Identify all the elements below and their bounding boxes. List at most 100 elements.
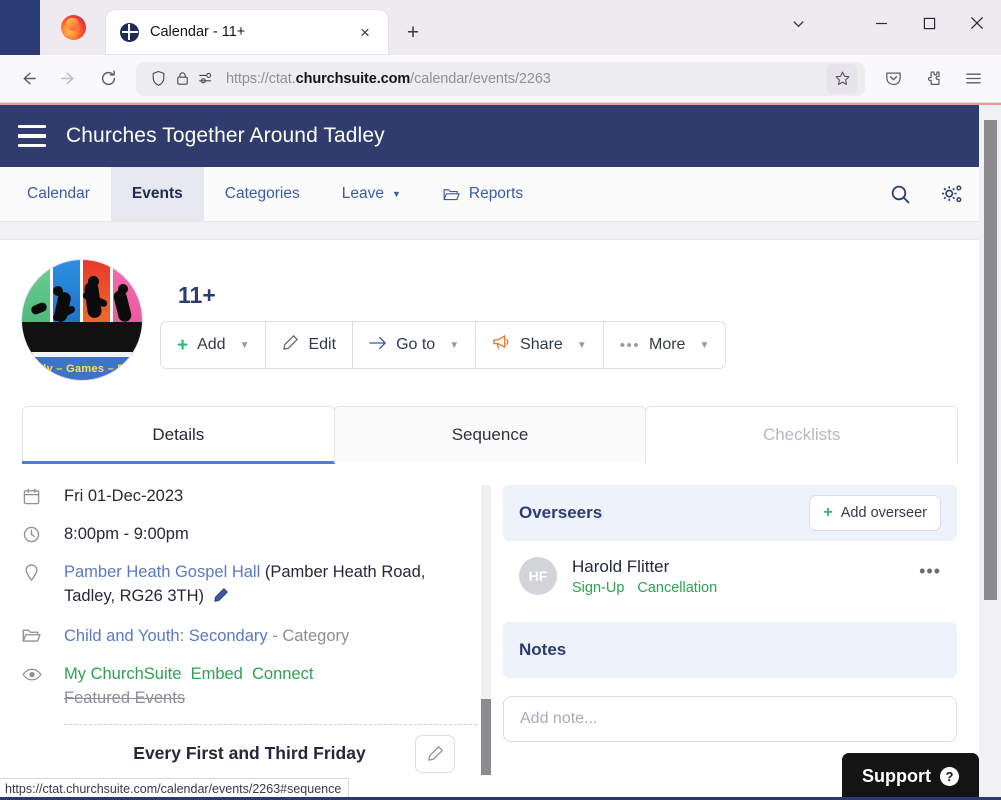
close-icon[interactable]: ×: [352, 19, 378, 45]
chevron-down-icon: ▼: [391, 189, 401, 199]
event-tabs: Details Sequence Checklists: [22, 406, 959, 464]
event-details-pane: Fri 01-Dec-2023 8:00pm - 9:00pm Pamber H…: [22, 485, 491, 775]
nav-label: Events: [131, 185, 183, 202]
plus-icon: +: [823, 504, 833, 521]
extensions-icon[interactable]: [916, 62, 950, 96]
share-button[interactable]: Share ▼: [476, 322, 604, 368]
nav-item-leave[interactable]: Leave ▼: [321, 167, 422, 221]
pocket-icon[interactable]: [876, 62, 910, 96]
page-viewport: Churches Together Around Tadley Calendar…: [0, 105, 1001, 800]
detail-row-date: Fri 01-Dec-2023: [22, 485, 477, 509]
forward-icon[interactable]: [51, 62, 85, 96]
edit-sequence-button[interactable]: [415, 734, 455, 773]
add-label: Add: [197, 336, 226, 353]
url-domain: churchsuite.com: [295, 70, 411, 87]
category-link[interactable]: Child and Youth: Secondary: [64, 627, 268, 645]
add-note-input[interactable]: [503, 696, 957, 742]
tab-details[interactable]: Details: [22, 406, 335, 464]
back-icon[interactable]: [11, 62, 45, 96]
tab-checklists[interactable]: Checklists: [645, 406, 959, 463]
tab-label: Details: [152, 425, 205, 444]
settings-gears-icon[interactable]: [926, 167, 979, 221]
hamburger-icon[interactable]: [18, 125, 46, 147]
lock-icon[interactable]: [170, 67, 194, 91]
nav-item-calendar[interactable]: Calendar: [6, 167, 111, 221]
more-button[interactable]: ••• More ▼: [603, 322, 726, 368]
close-window-button[interactable]: [953, 0, 1001, 46]
pencil-icon: [282, 334, 299, 356]
churchsuite-favicon-icon: [120, 22, 139, 42]
add-button[interactable]: + Add ▼: [161, 322, 267, 368]
notes-card-header: Notes: [503, 622, 957, 678]
overseer-menu-ellipsis-icon[interactable]: •••: [919, 557, 941, 582]
folder-open-icon: [22, 625, 64, 644]
tab-sequence[interactable]: Sequence: [333, 406, 647, 463]
overseers-card-header: Overseers + Add overseer: [503, 485, 957, 541]
app-menu-icon[interactable]: [956, 62, 990, 96]
nav-item-reports[interactable]: Reports: [422, 167, 544, 221]
url-text[interactable]: https://ctat.churchsuite.com/calendar/ev…: [226, 71, 827, 87]
edit-button[interactable]: Edit: [266, 322, 354, 368]
shield-icon[interactable]: [146, 67, 170, 91]
window-left-edge: [0, 0, 40, 55]
site-permissions-icon[interactable]: [194, 67, 218, 91]
event-page: dy – Games – F 11+ + Add ▼ Edit Go to ▼ …: [0, 240, 979, 775]
support-label: Support: [862, 766, 931, 786]
chevron-down-icon: ▼: [449, 339, 460, 351]
avatar: HF: [519, 557, 557, 595]
bookmark-star-icon[interactable]: [827, 63, 857, 94]
url-bar[interactable]: https://ctat.churchsuite.com/calendar/ev…: [136, 61, 865, 96]
list-all-tabs-icon[interactable]: [775, 0, 821, 46]
page-title: 11+: [178, 282, 216, 308]
event-logo: dy – Games – F: [22, 260, 142, 380]
notes-card: Notes: [503, 622, 957, 742]
browser-window: Calendar - 11+ × + https://ctat.churchsu…: [0, 0, 1001, 800]
minimize-button[interactable]: [857, 0, 905, 46]
app-title: Churches Together Around Tadley: [66, 124, 385, 147]
nav-item-categories[interactable]: Categories: [204, 167, 321, 221]
firefox-logo: [40, 0, 106, 55]
add-overseer-button[interactable]: + Add overseer: [809, 495, 941, 531]
overseer-signup-link[interactable]: Sign-Up: [572, 580, 624, 596]
folder-open-icon: [443, 187, 460, 202]
edit-location-pencil-icon[interactable]: [213, 587, 229, 611]
url-prefix: https://ctat.: [226, 70, 296, 87]
event-location: Pamber Heath Gospel Hall (Pamber Heath R…: [64, 561, 477, 611]
event-body: Fri 01-Dec-2023 8:00pm - 9:00pm Pamber H…: [22, 485, 957, 775]
overseer-name: Harold Flitter: [572, 557, 670, 576]
browser-tab[interactable]: Calendar - 11+ ×: [106, 10, 388, 54]
page-scrollbar[interactable]: [979, 105, 1001, 800]
tab-title: Calendar - 11+: [150, 24, 246, 40]
window-controls: [775, 0, 1001, 46]
reload-icon[interactable]: [91, 62, 125, 96]
calendar-icon: [22, 485, 64, 506]
nav-label: Leave: [341, 185, 384, 202]
tab-label: Checklists: [762, 425, 841, 444]
event-time: 8:00pm - 9:00pm: [64, 524, 189, 543]
event-visibility: My ChurchSuite Embed Connect Featured Ev…: [64, 663, 313, 711]
more-label: More: [648, 336, 686, 353]
event-action-toolbar: + Add ▼ Edit Go to ▼ Share ▼ ••• More ▼: [160, 321, 727, 369]
detail-row-location: Pamber Heath Gospel Hall (Pamber Heath R…: [22, 561, 477, 611]
new-tab-button[interactable]: +: [396, 16, 430, 50]
visibility-link-connect[interactable]: Connect: [252, 665, 313, 683]
goto-label: Go to: [396, 336, 436, 353]
sequence-title: Every First and Third Friday: [133, 743, 366, 764]
question-mark-icon: ?: [940, 767, 959, 786]
nav-item-events[interactable]: Events: [110, 167, 204, 221]
maximize-button[interactable]: [905, 0, 953, 46]
details-pane-scrollbar[interactable]: [481, 485, 491, 775]
support-button[interactable]: Support ?: [842, 753, 979, 800]
visibility-link-featured-events[interactable]: Featured Events: [64, 689, 185, 707]
visibility-link-mychurchsuite[interactable]: My ChurchSuite: [64, 665, 181, 683]
scrollbar-thumb[interactable]: [984, 120, 997, 600]
app-header: Churches Together Around Tadley: [0, 105, 979, 167]
search-icon[interactable]: [875, 167, 926, 221]
event-date: Fri 01-Dec-2023: [64, 487, 184, 505]
goto-button[interactable]: Go to ▼: [353, 322, 477, 368]
overseer-row: HF Harold Flitter Sign-Up Cancellation ••…: [503, 541, 957, 600]
megaphone-icon: [492, 334, 511, 356]
overseer-cancellation-link[interactable]: Cancellation: [637, 580, 717, 596]
visibility-link-embed[interactable]: Embed: [191, 665, 243, 683]
location-link[interactable]: Pamber Heath Gospel Hall: [64, 563, 260, 581]
